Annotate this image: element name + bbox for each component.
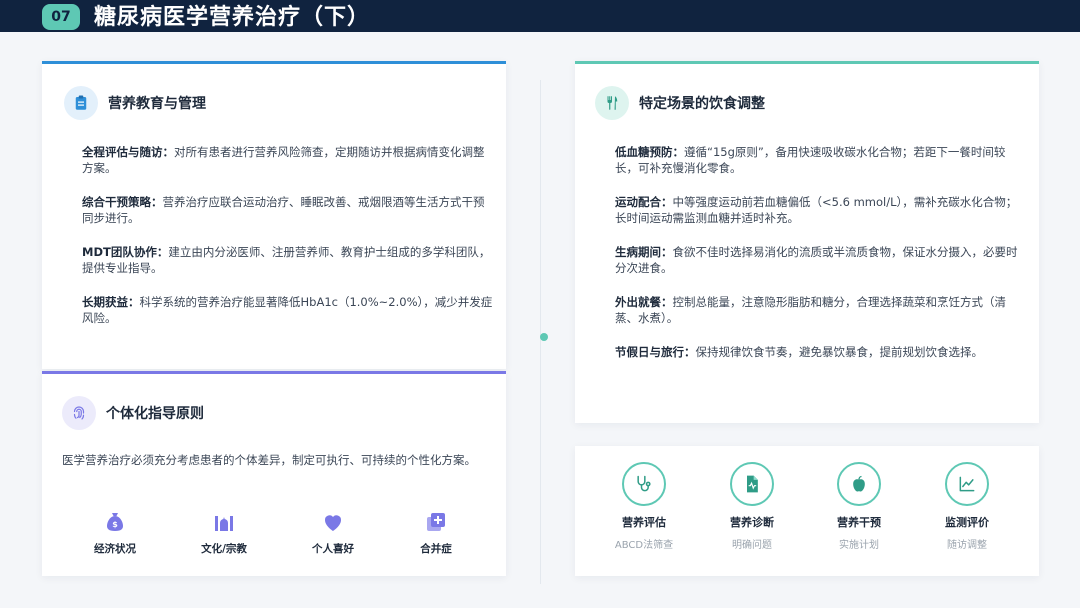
list-item: 运动配合：中等强度运动前若血糖偏低（<5.6 mmol/L），需补充碳水化合物；…: [615, 195, 1018, 225]
svg-text:$: $: [112, 520, 118, 529]
money-bag-icon: $: [107, 513, 123, 531]
education-list: 全程评估与随访：对所有患者进行营养风险筛查，定期随访并根据病情变化调整方案。 综…: [82, 144, 494, 344]
step-monitoring: 监测评价 随访调整: [912, 462, 1022, 551]
clipboard-icon: [64, 86, 98, 120]
section-number-badge: 07: [42, 4, 80, 30]
individual-card-header: 个体化指导原则: [62, 396, 204, 430]
step-title: 营养干预: [837, 516, 881, 529]
vertical-divider: [540, 80, 541, 584]
factor-comorbidity: 合并症: [391, 510, 481, 556]
heart-icon: [324, 515, 342, 531]
step-subtitle: 明确问题: [732, 540, 772, 551]
education-card-header: 营养教育与管理: [64, 86, 206, 120]
factor-culture: 文化/宗教: [179, 510, 269, 556]
factor-label: 个人喜好: [312, 543, 354, 555]
header-bar: 07 糖尿病医学营养治疗（下）: [0, 0, 1080, 32]
factor-preference: 个人喜好: [288, 510, 378, 556]
step-assessment: 营养评估 ABCD法筛查: [589, 462, 699, 551]
list-item: 节假日与旅行：保持规律饮食节奏，避免暴饮暴食，提前规划饮食选择。: [615, 345, 983, 359]
individual-note: 医学营养治疗必须充分考虑患者的个体差异，制定可执行、可持续的个性化方案。: [62, 453, 476, 467]
chart-line-icon: [945, 462, 989, 506]
list-item: 长期获益：科学系统的营养治疗能显著降低HbA1c（1.0%~2.0%），减少并发…: [82, 295, 493, 325]
scenarios-card-header: 特定场景的饮食调整: [595, 86, 765, 120]
step-diagnosis: 营养诊断 明确问题: [697, 462, 807, 551]
medical-file-icon: [730, 462, 774, 506]
factor-label: 经济状况: [94, 543, 136, 555]
scenarios-card: 特定场景的饮食调整 低血糖预防：遵循“15g原则”，备用快速吸收碳水化合物；若距…: [575, 61, 1039, 423]
divider-dot: [540, 333, 548, 341]
factor-economic: $ 经济状况: [70, 510, 160, 556]
page-title: 糖尿病医学营养治疗（下）: [94, 4, 371, 30]
factor-label: 合并症: [420, 543, 452, 555]
step-title: 营养评估: [622, 516, 666, 529]
utensils-icon: [595, 86, 629, 120]
factor-label: 文化/宗教: [201, 543, 247, 555]
scenarios-title: 特定场景的饮食调整: [639, 96, 765, 112]
step-title: 监测评价: [945, 516, 989, 529]
fingerprint-icon: [62, 396, 96, 430]
list-item: 综合干预策略：营养治疗应联合运动治疗、睡眠改善、戒烟限酒等生活方式干预同步进行。: [82, 195, 485, 225]
education-card: 营养教育与管理 全程评估与随访：对所有患者进行营养风险筛查，定期随访并根据病情变…: [42, 61, 506, 369]
step-subtitle: 随访调整: [947, 540, 987, 551]
list-item: 全程评估与随访：对所有患者进行营养风险筛查，定期随访并根据病情变化调整方案。: [82, 145, 485, 175]
stethoscope-icon: [622, 462, 666, 506]
list-item: 外出就餐：控制总能量，注意隐形脂肪和糖分，合理选择蔬菜和烹饪方式（清蒸、水煮）。: [615, 295, 1006, 325]
scenarios-list: 低血糖预防：遵循“15g原则”，备用快速吸收碳水化合物；若距下一餐时间较长，可补…: [615, 144, 1027, 378]
step-intervention: 营养干预 实施计划: [804, 462, 914, 551]
list-item: 生病期间：食欲不佳时选择易消化的流质或半流质食物，保证水分摄入，必要时分次进食。: [615, 245, 1018, 275]
step-subtitle: 实施计划: [839, 540, 879, 551]
step-subtitle: ABCD法筛查: [614, 540, 674, 551]
individual-title: 个体化指导原则: [106, 406, 204, 422]
mosque-icon: [215, 516, 233, 531]
education-title: 营养教育与管理: [108, 96, 206, 112]
list-item: 低血糖预防：遵循“15g原则”，备用快速吸收碳水化合物；若距下一餐时间较长，可补…: [615, 145, 1006, 175]
list-item: MDT团队协作：建立由内分泌医师、注册营养师、教育护士组成的多学科团队，提供专业…: [82, 245, 491, 275]
medical-plus-icon: [427, 513, 445, 531]
apple-icon: [837, 462, 881, 506]
step-title: 营养诊断: [730, 516, 774, 529]
